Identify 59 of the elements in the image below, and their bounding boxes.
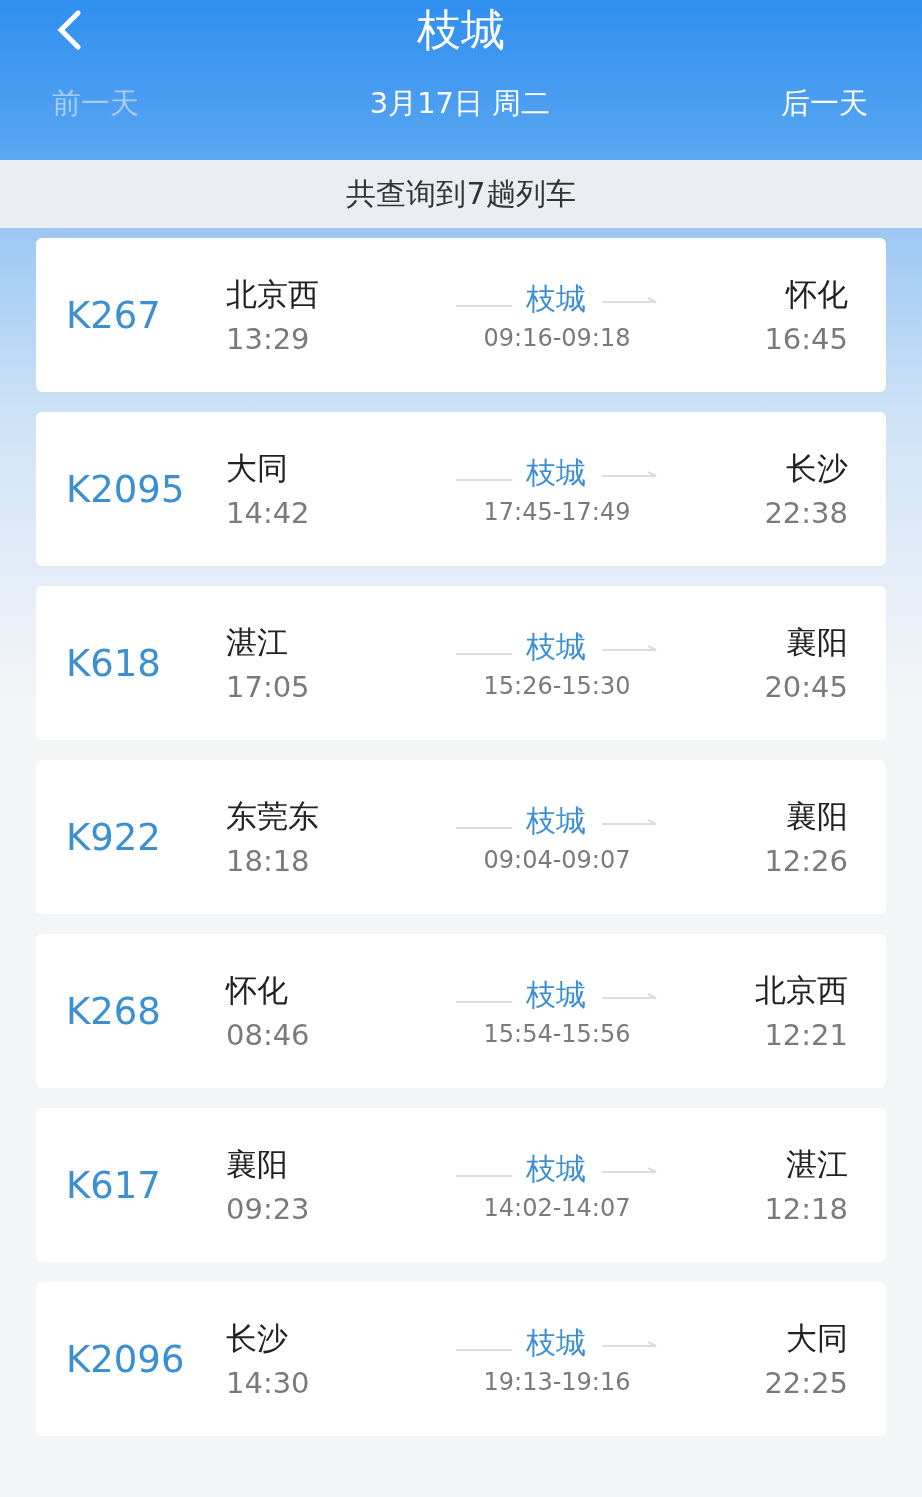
departure-time: 13:29 bbox=[226, 322, 311, 356]
train-card[interactable]: K268 怀化 08:46 枝城 15:54-15:56 北京西 12:21 bbox=[36, 934, 886, 1088]
departure-time: 17:05 bbox=[226, 670, 311, 704]
stop-station: 枝城 bbox=[526, 279, 586, 318]
train-number: K2095 bbox=[66, 467, 186, 511]
arrival-time: 12:21 bbox=[764, 1018, 848, 1052]
departure-time: 14:30 bbox=[226, 1366, 311, 1400]
train-number: K268 bbox=[66, 989, 162, 1033]
train-number: K922 bbox=[66, 815, 162, 859]
stop-time: 14:02-14:07 bbox=[483, 1193, 631, 1222]
stop-station: 枝城 bbox=[526, 627, 586, 666]
page-title: 枝城 bbox=[417, 3, 505, 57]
arrival-time: 22:38 bbox=[764, 496, 848, 530]
destination-station: 北京西 bbox=[755, 971, 848, 1010]
arrival-time: 16:45 bbox=[764, 322, 848, 356]
destination-station: 怀化 bbox=[786, 275, 848, 314]
stop-station: 枝城 bbox=[526, 975, 586, 1014]
origin-station: 湛江 bbox=[226, 623, 289, 662]
stop-time: 09:04-09:07 bbox=[483, 845, 631, 874]
train-number: K618 bbox=[66, 641, 162, 685]
train-card[interactable]: K618 湛江 17:05 枝城 15:26-15:30 襄阳 20:45 bbox=[36, 586, 886, 740]
arrival-time: 12:18 bbox=[764, 1192, 848, 1226]
destination-station: 长沙 bbox=[786, 449, 848, 488]
destination-station: 襄阳 bbox=[786, 623, 848, 662]
origin-station: 襄阳 bbox=[226, 1145, 289, 1184]
stop-time: 09:16-09:18 bbox=[483, 323, 631, 352]
departure-time: 18:18 bbox=[226, 844, 311, 878]
stop-time: 15:54-15:56 bbox=[483, 1019, 631, 1048]
origin-station: 东莞东 bbox=[226, 797, 320, 836]
origin-station: 长沙 bbox=[226, 1319, 289, 1358]
train-number: K617 bbox=[66, 1163, 162, 1207]
departure-time: 14:42 bbox=[226, 496, 311, 530]
stop-station: 枝城 bbox=[526, 1149, 586, 1188]
stop-station: 枝城 bbox=[526, 801, 586, 840]
train-card[interactable]: K617 襄阳 09:23 枝城 14:02-14:07 湛江 12:18 bbox=[36, 1108, 886, 1262]
train-number: K267 bbox=[66, 293, 162, 337]
stop-time: 19:13-19:16 bbox=[483, 1367, 631, 1396]
back-icon[interactable] bbox=[56, 10, 82, 50]
departure-time: 09:23 bbox=[226, 1192, 311, 1226]
origin-station: 怀化 bbox=[226, 971, 289, 1010]
arrival-time: 12:26 bbox=[764, 844, 848, 878]
train-card[interactable]: K922 东莞东 18:18 枝城 09:04-09:07 襄阳 12:26 bbox=[36, 760, 886, 914]
train-card[interactable]: K2095 大同 14:42 枝城 17:45-17:49 长沙 22:38 bbox=[36, 412, 886, 566]
stop-station: 枝城 bbox=[526, 453, 586, 492]
result-count-banner: 共查询到7趟列车 bbox=[0, 160, 922, 228]
origin-station: 大同 bbox=[226, 449, 289, 488]
arrival-time: 22:25 bbox=[764, 1366, 848, 1400]
stop-time: 15:26-15:30 bbox=[483, 671, 631, 700]
origin-station: 北京西 bbox=[226, 275, 320, 314]
destination-station: 襄阳 bbox=[786, 797, 848, 836]
destination-station: 湛江 bbox=[786, 1145, 848, 1184]
train-card[interactable]: K267 北京西 13:29 枝城 09:16-09:18 怀化 16:45 bbox=[36, 238, 886, 392]
stop-station: 枝城 bbox=[526, 1323, 586, 1362]
departure-time: 08:46 bbox=[226, 1018, 311, 1052]
train-number: K2096 bbox=[66, 1337, 186, 1381]
arrival-time: 20:45 bbox=[764, 670, 848, 704]
destination-station: 大同 bbox=[786, 1319, 848, 1358]
stop-time: 17:45-17:49 bbox=[483, 497, 631, 526]
train-card[interactable]: K2096 长沙 14:30 枝城 19:13-19:16 大同 22:25 bbox=[36, 1282, 886, 1436]
